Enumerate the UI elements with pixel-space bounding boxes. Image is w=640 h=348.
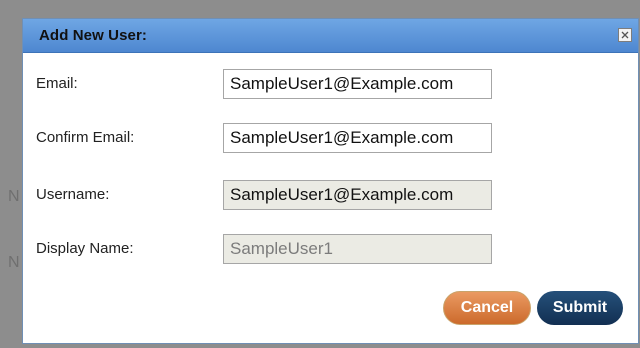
submit-button[interactable]: Submit (537, 291, 623, 325)
background-fragment: N (8, 254, 20, 271)
background-fragment: N (8, 188, 20, 205)
username-label: Username: (36, 186, 110, 203)
email-label: Email: (36, 75, 78, 92)
display-name-field (223, 234, 492, 264)
display-name-row: Display Name: (23, 234, 638, 264)
confirm-email-label: Confirm Email: (36, 129, 135, 146)
close-icon (621, 31, 629, 39)
cancel-button[interactable]: Cancel (443, 291, 531, 325)
email-row: Email: (23, 69, 638, 99)
username-field (223, 180, 492, 210)
display-name-label: Display Name: (36, 240, 134, 257)
confirm-email-row: Confirm Email: (23, 123, 638, 153)
email-field[interactable] (223, 69, 492, 99)
username-row: Username: (23, 180, 638, 210)
dialog-titlebar: Add New User: (23, 19, 638, 53)
close-button[interactable] (618, 28, 632, 42)
confirm-email-field[interactable] (223, 123, 492, 153)
dialog-title: Add New User: (39, 27, 147, 44)
add-user-dialog: Add New User: Email: Confirm Email: User… (22, 18, 639, 344)
